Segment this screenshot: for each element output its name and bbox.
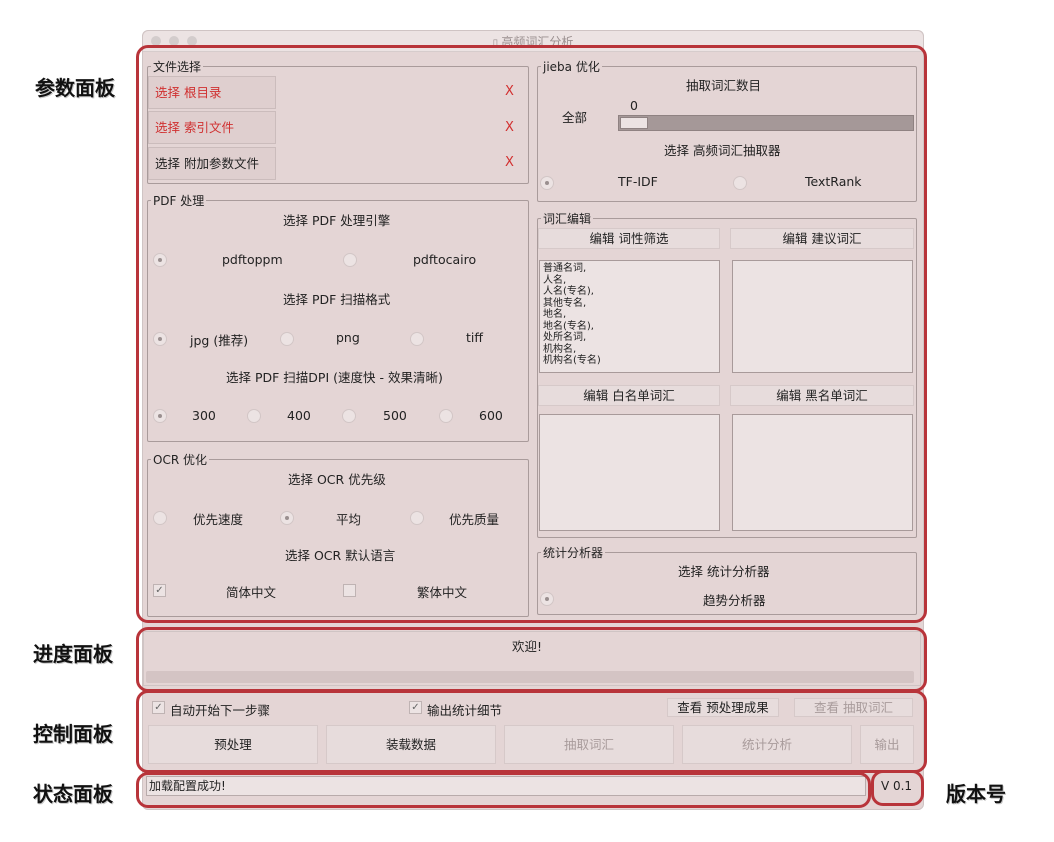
status-panel-outline (136, 772, 871, 808)
control-panel-outline (136, 690, 927, 773)
annotation-version: 版本号 (946, 782, 1006, 806)
progress-panel-outline (136, 627, 927, 692)
annotation-control: 控制面板 (33, 722, 113, 746)
version-outline (871, 770, 924, 806)
annotation-status: 状态面板 (33, 782, 113, 806)
annotation-params: 参数面板 (35, 76, 115, 100)
params-panel-outline (136, 45, 927, 623)
